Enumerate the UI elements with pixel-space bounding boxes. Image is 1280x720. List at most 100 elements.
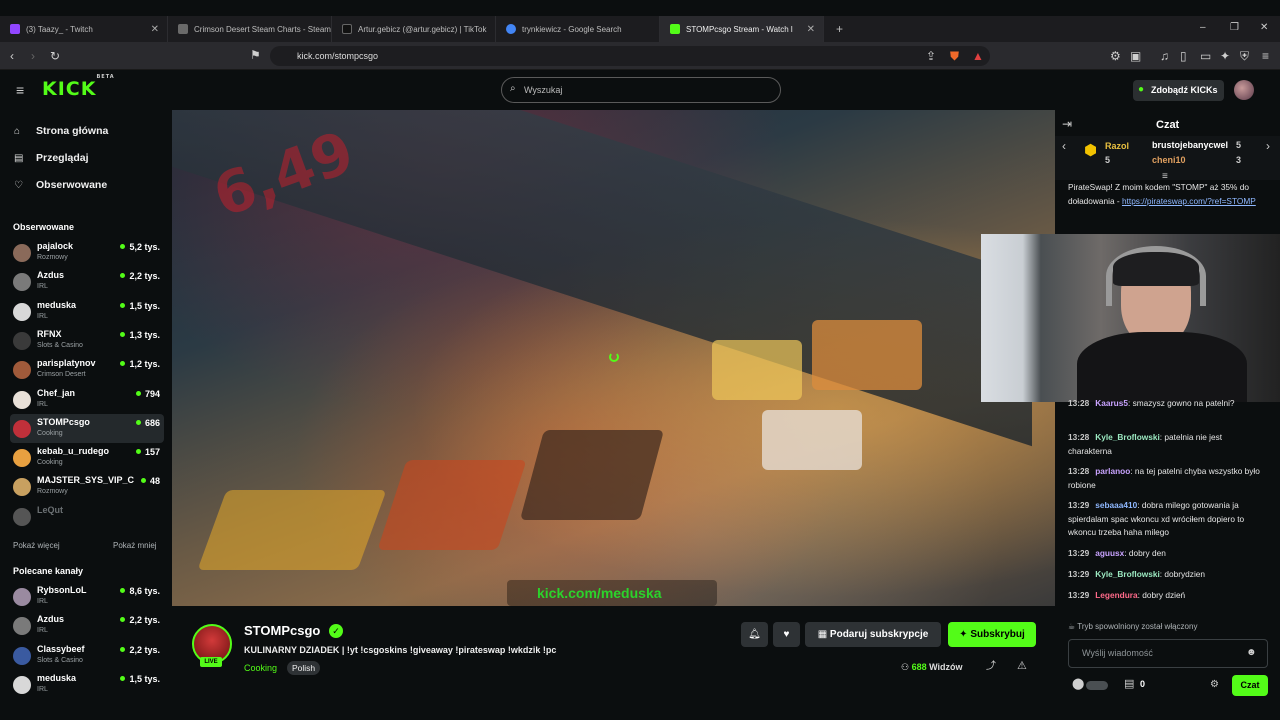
channel-points-icon[interactable]: ⬤ bbox=[1072, 679, 1084, 690]
hamburger-menu-icon[interactable]: ≡ bbox=[16, 83, 24, 97]
sidebar-channel[interactable]: Azdus IRL 2,2 tys. bbox=[10, 611, 164, 640]
chat-username[interactable]: Kyle_Broflowski bbox=[1095, 569, 1160, 579]
chat-username[interactable]: sebaaa410 bbox=[1095, 500, 1137, 510]
chat-username[interactable]: Kaarus5 bbox=[1095, 398, 1128, 408]
leo-icon[interactable]: ✦ bbox=[1220, 50, 1230, 62]
url-input[interactable]: kick.com/stompcsgo bbox=[270, 46, 990, 66]
report-icon[interactable]: ⚠ bbox=[1017, 661, 1027, 672]
follow-heart-button[interactable]: ♥ bbox=[773, 622, 800, 647]
bookmark-icon[interactable]: ⚑ bbox=[250, 49, 261, 61]
loading-spinner-icon bbox=[609, 352, 619, 362]
browser-tab[interactable]: Crimson Desert Steam Charts - Steam bbox=[168, 16, 332, 42]
heart-icon: ♡ bbox=[14, 180, 23, 191]
channel-viewers: 157 bbox=[136, 447, 160, 457]
channel-category: Cooking bbox=[37, 429, 63, 437]
sidebar-toggle-icon[interactable]: ▯ bbox=[1180, 50, 1187, 62]
channel-name: meduska bbox=[37, 672, 77, 683]
sidebar-channel[interactable]: RFNX Slots & Casino 1,3 tys. bbox=[10, 326, 164, 355]
chat-timestamp: 13:29 bbox=[1068, 569, 1090, 579]
chat-username[interactable]: Legendura bbox=[1095, 590, 1137, 600]
chat-message-input[interactable]: Wyślij wiadomość bbox=[1068, 639, 1268, 668]
sidebar-channel[interactable]: LeQut bbox=[10, 502, 164, 531]
subscribe-button[interactable]: ✦ Subskrybuj bbox=[948, 622, 1036, 647]
browser-tab[interactable]: (3) Taazy_ - Twitch ✕ bbox=[0, 16, 168, 42]
channel-category: IRL bbox=[37, 312, 48, 320]
gift-subscription-button[interactable]: ▦ Podaruj subskrypcje bbox=[805, 622, 941, 647]
extensions-icon[interactable]: ⚙ bbox=[1110, 50, 1121, 62]
chat-username[interactable]: aguusx bbox=[1095, 548, 1124, 558]
chevron-right-icon[interactable]: › bbox=[1266, 140, 1270, 152]
channel-viewers: 794 bbox=[136, 389, 160, 399]
sidebar-channel[interactable]: Chef_jan IRL 794 bbox=[10, 385, 164, 414]
steam-icon bbox=[178, 24, 188, 34]
sidebar-channel[interactable]: pajalock Rozmowy 5,2 tys. bbox=[10, 238, 164, 267]
browser-tab[interactable]: trynkiewicz - Google Search bbox=[496, 16, 660, 42]
show-less-link[interactable]: Pokaż mniej bbox=[113, 541, 157, 550]
close-window-button[interactable]: ✕ bbox=[1260, 22, 1268, 33]
pinned-link[interactable]: https://pirateswap.com/?ref=STOMP bbox=[1122, 196, 1256, 206]
share-icon[interactable]: ⇪ bbox=[926, 50, 936, 62]
channel-avatar bbox=[13, 244, 31, 262]
chat-text: dobry den bbox=[1128, 548, 1166, 558]
search-input[interactable]: Wyszukaj bbox=[501, 77, 781, 103]
browser-tab[interactable]: Artur.gebicz (@artur.gebicz) | TikTok bbox=[332, 16, 496, 42]
points-toggle[interactable] bbox=[1086, 681, 1108, 690]
browser-tab-bar: (3) Taazy_ - Twitch ✕ Crimson Desert Stea… bbox=[0, 16, 1280, 42]
maximize-button[interactable]: ❐ bbox=[1230, 22, 1239, 33]
user-avatar[interactable] bbox=[1234, 80, 1254, 100]
reader-icon[interactable]: ▣ bbox=[1130, 50, 1141, 62]
chat-settings-icon[interactable]: ⚙ bbox=[1210, 680, 1219, 690]
chevron-left-icon[interactable]: ‹ bbox=[1062, 140, 1066, 152]
new-tab-button[interactable]: + bbox=[826, 16, 843, 42]
nav-following[interactable]: ♡ Obserwowane bbox=[14, 179, 107, 191]
chat-username[interactable]: parlanoo bbox=[1095, 466, 1130, 476]
music-icon[interactable]: ♫ bbox=[1160, 50, 1169, 62]
sidebar-channel[interactable]: RybsonLoL IRL 8,6 tys. bbox=[10, 582, 164, 611]
sidebar-channel[interactable]: meduska IRL 1,5 tys. bbox=[10, 670, 164, 699]
notifications-bell-button[interactable]: 🔔︎ bbox=[741, 622, 768, 647]
nav-browse[interactable]: ▤ Przeglądaj bbox=[14, 152, 89, 164]
video-player[interactable]: 6,49 kick.com/meduska bbox=[172, 110, 1055, 606]
collapse-chat-icon[interactable]: ⇥ bbox=[1062, 118, 1072, 130]
minimize-button[interactable]: – bbox=[1200, 22, 1206, 33]
emoji-icon[interactable]: ☻ bbox=[1246, 648, 1257, 658]
share-icon[interactable]: ⤴ bbox=[986, 662, 996, 672]
back-icon[interactable]: ‹ bbox=[10, 50, 14, 62]
sidebar-channel[interactable]: Azdus IRL 2,2 tys. bbox=[10, 267, 164, 296]
streamer-name[interactable]: STOMPcsgo bbox=[244, 623, 320, 638]
food-tray bbox=[197, 490, 387, 570]
channel-name: STOMPcsgo bbox=[37, 416, 90, 427]
food-tray bbox=[712, 340, 802, 400]
close-tab-icon[interactable]: ✕ bbox=[151, 24, 159, 35]
show-more-link[interactable]: Pokaż więcej bbox=[13, 541, 60, 550]
sidebar-channel[interactable]: parisplatynov Crimson Desert 1,2 tys. bbox=[10, 355, 164, 384]
close-tab-icon[interactable]: ✕ bbox=[807, 24, 815, 35]
send-chat-button[interactable]: Czat bbox=[1232, 675, 1268, 696]
sidebar-channel[interactable]: STOMPcsgo Cooking 686 bbox=[10, 413, 164, 443]
sidebar-channel[interactable]: MAJSTER_SYS_VIP_C Rozmowy 48 bbox=[10, 472, 164, 501]
channel-avatar bbox=[13, 588, 31, 606]
kick-logo[interactable]: KICKBETA bbox=[42, 74, 115, 100]
nav-home[interactable]: ⌂ Strona główna bbox=[14, 125, 108, 137]
menu-icon[interactable]: ≡ bbox=[1262, 50, 1269, 62]
search-icon: ⌕ bbox=[510, 83, 516, 94]
sidebar-channel[interactable]: kebab_u_rudego Cooking 157 bbox=[10, 443, 164, 472]
channel-avatar bbox=[13, 273, 31, 292]
stream-category-link[interactable]: Cooking bbox=[244, 663, 277, 673]
wallet-icon[interactable]: ▭ bbox=[1200, 50, 1211, 62]
sidebar-channel[interactable]: Classybeef Slots & Casino 2,2 tys. bbox=[10, 641, 164, 670]
gold-badge-icon: ⬢ bbox=[1084, 142, 1098, 159]
chat-message: 13:29 sebaaa410: dobra milego gotowania j… bbox=[1068, 500, 1245, 537]
chat-timestamp: 13:29 bbox=[1068, 548, 1090, 558]
sidebar-channel[interactable]: meduska IRL 1,5 tys. bbox=[10, 297, 164, 326]
browser-tab-active[interactable]: STOMPcsgo Stream - Watch l ✕ bbox=[660, 16, 824, 42]
reload-icon[interactable]: ↻ bbox=[50, 50, 60, 62]
rewards-icon[interactable]: ▲ bbox=[972, 50, 984, 62]
brave-shield-icon[interactable]: ⛊ bbox=[950, 50, 959, 62]
get-kicks-button[interactable]: Zdobądź KICKs bbox=[1133, 80, 1224, 101]
chat-username[interactable]: Kyle_Broflowski bbox=[1095, 432, 1160, 442]
vpn-icon[interactable]: ⛨ bbox=[1240, 50, 1249, 62]
forward-icon[interactable]: › bbox=[31, 50, 35, 62]
stream-tag[interactable]: Polish bbox=[287, 661, 321, 675]
channel-avatar bbox=[13, 302, 31, 321]
